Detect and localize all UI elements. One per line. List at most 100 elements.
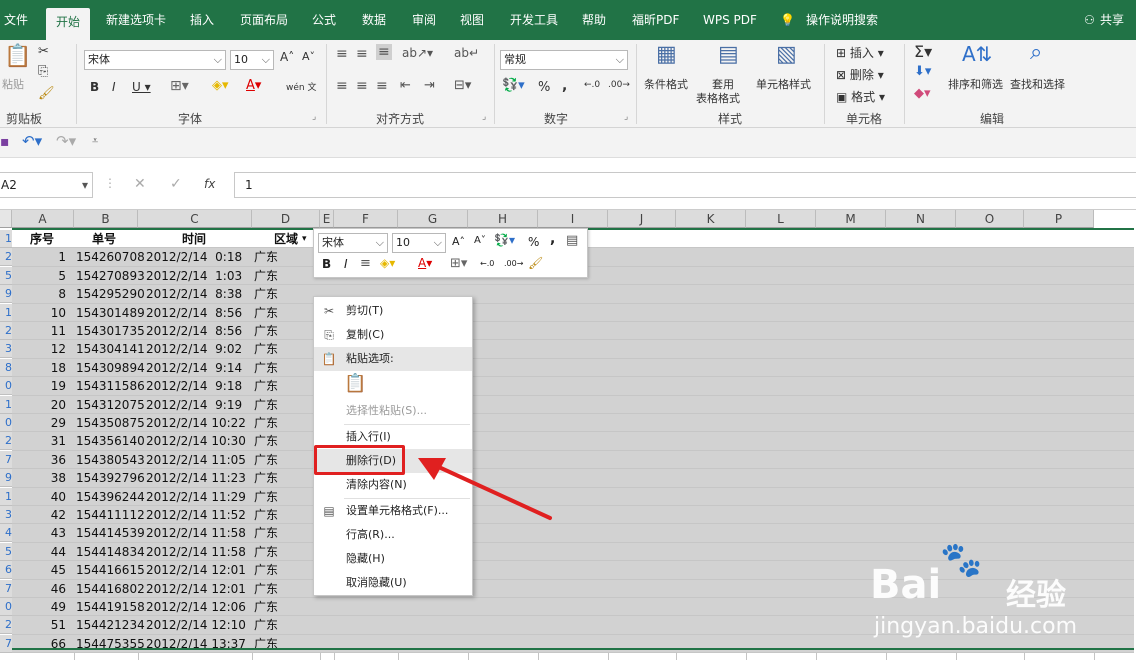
region-cell[interactable]: 广东 <box>254 396 278 414</box>
accounting-format-icon[interactable]: 💱▾ <box>494 233 515 247</box>
number-cell[interactable]: 154414834 <box>76 543 145 561</box>
format-table-icon[interactable]: ▤ <box>566 233 578 248</box>
conditional-format-button[interactable]: 条件格式 <box>644 76 688 92</box>
sort-filter-button[interactable]: 排序和筛选 <box>948 76 1003 92</box>
fill-color-icon[interactable]: ◈▾ <box>380 256 395 270</box>
number-cell[interactable]: 154396244 <box>76 488 145 506</box>
region-cell[interactable]: 广东 <box>254 488 278 506</box>
align-left-icon[interactable]: ≡ <box>336 78 348 94</box>
seq-cell[interactable]: 29 <box>12 414 66 432</box>
column-header[interactable]: P <box>1024 210 1094 228</box>
merge-center-icon[interactable]: ⊟▾ <box>454 78 471 93</box>
region-cell[interactable]: 广东 <box>254 359 278 377</box>
table-row[interactable]: 31 154356140 2012/2/14 10:30 广东 <box>12 432 1134 451</box>
table-row[interactable]: 10 154301489 2012/2/14 8:56 广东 <box>12 303 1134 322</box>
decrease-indent-icon[interactable]: ⇤ <box>400 78 411 93</box>
paste-icon[interactable]: 📋 <box>4 44 31 69</box>
time-cell[interactable]: 2012/2/14 13:37 <box>146 635 246 653</box>
region-cell[interactable]: 广东 <box>254 322 278 340</box>
menu-cut[interactable]: ✂ 剪切(T) <box>314 299 472 323</box>
clear-icon[interactable]: ◆▾ <box>914 86 931 101</box>
region-cell[interactable]: 广东 <box>254 506 278 524</box>
row-header[interactable]: 0 <box>0 377 12 396</box>
time-cell[interactable]: 2012/2/14 12:10 <box>146 616 246 634</box>
row-header[interactable]: 1 <box>0 230 12 248</box>
time-cell[interactable]: 2012/2/14 1:03 <box>146 267 242 285</box>
number-cell[interactable]: 154304141 <box>76 340 145 358</box>
row-header[interactable]: 6 <box>0 561 12 580</box>
dialog-launcher-icon[interactable]: ⌟ <box>482 112 486 122</box>
undo-icon[interactable]: ↶▾ <box>22 132 42 150</box>
seq-cell[interactable]: 45 <box>12 561 66 579</box>
comma-icon[interactable]: , <box>562 78 567 94</box>
row-header[interactable]: 2 <box>0 616 12 635</box>
time-cell[interactable]: 2012/2/14 8:56 <box>146 322 242 340</box>
cancel-icon[interactable]: ✕ <box>134 172 146 196</box>
seq-cell[interactable]: 36 <box>12 451 66 469</box>
time-cell[interactable]: 2012/2/14 0:18 <box>146 248 242 266</box>
insert-cells-button[interactable]: ⊞ 插入 ▾ <box>836 44 884 61</box>
table-row[interactable]: 29 154350875 2012/2/14 10:22 广东 <box>12 414 1134 433</box>
fill-icon[interactable]: ⬇▾ <box>914 64 931 79</box>
underline-button[interactable]: U ▾ <box>132 80 151 94</box>
tab-wps-pdf[interactable]: WPS PDF <box>703 0 757 40</box>
row-header[interactable]: 5 <box>0 266 12 285</box>
region-cell[interactable]: 广东 <box>254 340 278 358</box>
select-all-corner[interactable] <box>0 210 12 228</box>
number-cell[interactable]: 154311586 <box>76 377 145 395</box>
fill-color-icon[interactable]: ◈▾ <box>212 78 229 93</box>
time-cell[interactable]: 2012/2/14 8:56 <box>146 304 242 322</box>
dialog-launcher-icon[interactable]: ⌟ <box>312 112 316 122</box>
paste-clipboard-icon[interactable]: 📋 <box>344 373 366 394</box>
time-cell[interactable]: 2012/2/14 9:14 <box>146 359 242 377</box>
time-cell[interactable]: 2012/2/14 9:18 <box>146 377 242 395</box>
borders-icon[interactable]: ⊞▾ <box>450 256 467 271</box>
region-cell[interactable]: 广东 <box>254 451 278 469</box>
save-icon[interactable]: ▪ <box>0 134 10 150</box>
decrease-decimal-icon[interactable]: .00→ <box>504 259 523 268</box>
grow-font-icon[interactable]: A˄ <box>280 50 294 64</box>
shrink-font-icon[interactable]: A˅ <box>302 50 315 63</box>
tab-new[interactable]: 新建选项卡 <box>106 0 166 40</box>
increase-indent-icon[interactable]: ⇥ <box>424 78 435 93</box>
region-cell[interactable]: 广东 <box>254 248 278 266</box>
row-header[interactable]: 9 <box>0 469 12 488</box>
cut-icon[interactable]: ✂ <box>38 44 49 59</box>
column-header[interactable]: A <box>12 210 74 228</box>
format-as-table-icon[interactable]: ▤ <box>718 42 739 67</box>
format-cells-button[interactable]: ▣ 格式 ▾ <box>836 88 885 105</box>
number-cell[interactable]: 154309894 <box>76 359 145 377</box>
table-row[interactable]: 11 154301735 2012/2/14 8:56 广东 <box>12 322 1134 341</box>
region-cell[interactable]: 广东 <box>254 267 278 285</box>
enter-icon[interactable]: ✓ <box>170 172 182 196</box>
region-cell[interactable]: 广东 <box>254 414 278 432</box>
tab-foxit-pdf[interactable]: 福昕PDF <box>632 0 679 40</box>
region-cell[interactable]: 广东 <box>254 561 278 579</box>
table-row[interactable]: 20 154312075 2012/2/14 9:19 广东 <box>12 395 1134 414</box>
number-cell[interactable]: 154295290 <box>76 285 145 303</box>
number-cell[interactable]: 154419158 <box>76 598 145 616</box>
time-cell[interactable]: 2012/2/14 10:22 <box>146 414 246 432</box>
time-cell[interactable]: 2012/2/14 9:19 <box>146 396 242 414</box>
time-cell[interactable]: 2012/2/14 11:29 <box>146 488 246 506</box>
italic-button[interactable]: I <box>344 257 348 271</box>
tab-insert[interactable]: 插入 <box>190 0 214 40</box>
font-color-icon[interactable]: A▾ <box>246 78 261 93</box>
column-header[interactable]: L <box>746 210 816 228</box>
column-header[interactable]: C <box>138 210 252 228</box>
seq-cell[interactable]: 18 <box>12 359 66 377</box>
time-cell[interactable]: 2012/2/14 11:05 <box>146 451 246 469</box>
decrease-decimal-icon[interactable]: .00→ <box>608 80 630 90</box>
seq-cell[interactable]: 5 <box>12 267 66 285</box>
number-cell[interactable]: 154421234 <box>76 616 145 634</box>
row-header[interactable]: 7 <box>0 634 12 653</box>
font-size-combo[interactable]: 10 ⌵ <box>230 50 274 70</box>
seq-cell[interactable]: 38 <box>12 469 66 487</box>
percent-icon[interactable]: % <box>538 80 550 95</box>
tab-home[interactable]: 开始 <box>46 8 91 40</box>
percent-icon[interactable]: % <box>528 235 539 249</box>
tab-data[interactable]: 数据 <box>362 0 386 40</box>
region-cell[interactable]: 广东 <box>254 469 278 487</box>
time-cell[interactable]: 2012/2/14 11:23 <box>146 469 246 487</box>
align-center-icon[interactable]: ≡ <box>356 78 368 94</box>
